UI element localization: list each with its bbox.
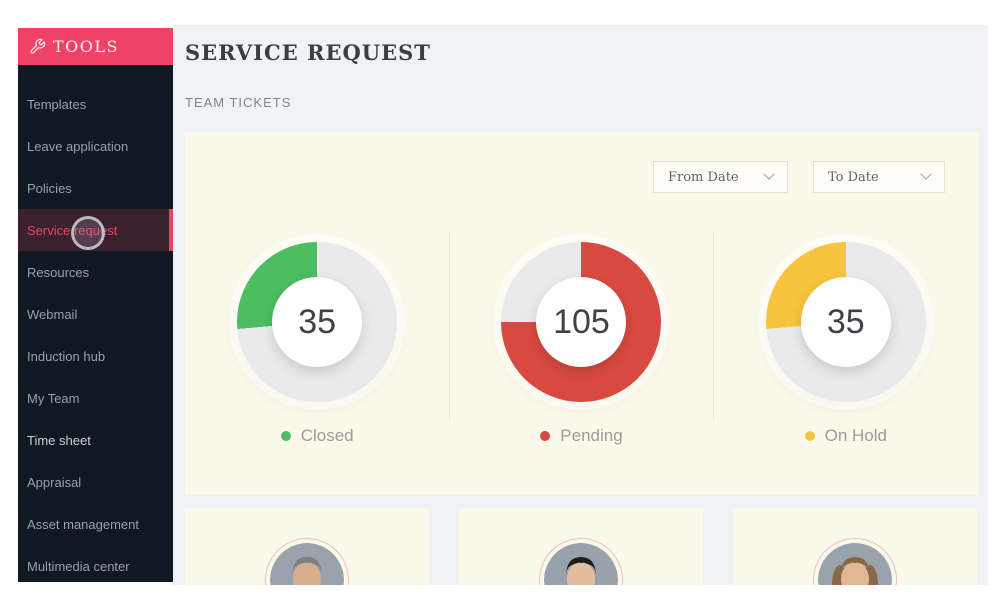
to-date-dropdown[interactable]: To Date: [813, 161, 945, 193]
from-date-label: From Date: [668, 170, 739, 185]
team-member-card[interactable]: [733, 508, 977, 585]
team-member-card[interactable]: [185, 508, 429, 585]
legend-pending: Pending: [540, 426, 622, 446]
donut-value: 35: [827, 303, 865, 342]
chevron-down-icon: [763, 169, 774, 180]
legend-dot: [281, 431, 291, 441]
sidebar-item-resources[interactable]: Resources: [18, 251, 173, 293]
sidebar-item-my-team[interactable]: My Team: [18, 377, 173, 419]
team-cards-row: [185, 508, 978, 585]
chevron-down-icon: [920, 169, 931, 180]
to-date-label: To Date: [828, 170, 879, 185]
legend-dot: [540, 431, 550, 441]
sidebar-item-multimedia-center[interactable]: Multimedia center: [18, 545, 173, 582]
dashboard: TOOLS TemplatesLeave applicationPolicies…: [0, 0, 1000, 601]
cursor-click-indicator: [71, 216, 105, 250]
donut-value: 35: [298, 303, 336, 342]
donut-value: 105: [553, 303, 610, 342]
legend-on-hold: On Hold: [805, 426, 887, 446]
team-tickets-panel: From Date To Date 35 Closed 105 Pending 35 On…: [185, 132, 978, 495]
sidebar-item-templates[interactable]: Templates: [18, 83, 173, 125]
legend-closed: Closed: [281, 426, 354, 446]
sidebar-item-time-sheet[interactable]: Time sheet: [18, 419, 173, 461]
donut-chart-on-hold: 35: [766, 242, 926, 402]
donut-center: 35: [801, 277, 891, 367]
legend-label: Closed: [301, 426, 354, 446]
donut-chart-pending: 105: [501, 242, 661, 402]
sidebar-title: TOOLS: [53, 37, 119, 56]
sidebar-item-leave-application[interactable]: Leave application: [18, 125, 173, 167]
donut-center: 105: [536, 277, 626, 367]
donut-section-closed: 35 Closed: [185, 242, 449, 446]
donut-row: 35 Closed 105 Pending 35 On Hold: [185, 242, 978, 446]
sidebar-item-asset-management[interactable]: Asset management: [18, 503, 173, 545]
sidebar-item-webmail[interactable]: Webmail: [18, 293, 173, 335]
donut-section-pending: 105 Pending: [449, 242, 713, 446]
sidebar-header: TOOLS: [18, 28, 173, 65]
team-member-card[interactable]: [459, 508, 703, 585]
sidebar-item-induction-hub[interactable]: Induction hub: [18, 335, 173, 377]
sidebar-item-appraisal[interactable]: Appraisal: [18, 461, 173, 503]
donut-center: 35: [272, 277, 362, 367]
section-subtitle: TEAM TICKETS: [185, 95, 291, 110]
legend-label: Pending: [560, 426, 622, 446]
sidebar-nav: TemplatesLeave applicationPoliciesServic…: [18, 65, 173, 582]
wrench-icon: [29, 38, 46, 55]
legend-dot: [805, 431, 815, 441]
from-date-dropdown[interactable]: From Date: [653, 161, 788, 193]
sidebar-item-policies[interactable]: Policies: [18, 167, 173, 209]
donut-section-on-hold: 35 On Hold: [714, 242, 978, 446]
page-title: SERVICE REQUEST: [185, 40, 431, 65]
legend-label: On Hold: [825, 426, 887, 446]
donut-chart-closed: 35: [237, 242, 397, 402]
sidebar: TOOLS TemplatesLeave applicationPolicies…: [18, 28, 173, 582]
